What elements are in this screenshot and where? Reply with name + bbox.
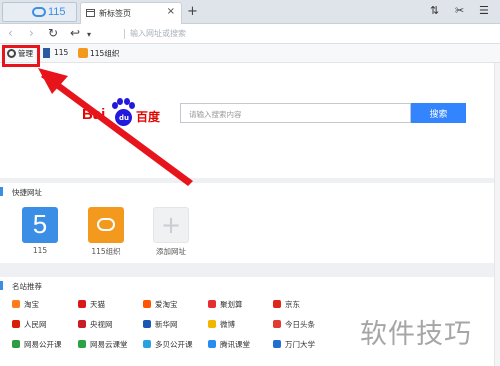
site-label: 京东 bbox=[285, 300, 300, 309]
add-quick-link-button[interactable]: + bbox=[153, 207, 189, 243]
cloud-icon bbox=[32, 7, 46, 17]
site-link[interactable]: 多贝公开课 bbox=[143, 339, 207, 351]
site-link[interactable]: 淘宝 bbox=[12, 299, 76, 311]
cloud-icon bbox=[78, 48, 88, 58]
close-tab-icon[interactable]: × bbox=[167, 6, 175, 17]
site-label: 今日头条 bbox=[285, 320, 315, 329]
address-placeholder: 输入网址或搜索 bbox=[130, 29, 186, 38]
section-title: 名站推荐 bbox=[12, 282, 42, 291]
toutiao-icon bbox=[273, 320, 281, 328]
bookmark-115[interactable]: 115 bbox=[42, 47, 68, 60]
site-link[interactable]: 京东 bbox=[273, 299, 337, 311]
wanmen-icon bbox=[273, 340, 281, 348]
highlight-box bbox=[2, 45, 40, 67]
site-link[interactable]: 央视网 bbox=[78, 319, 142, 331]
site-link[interactable]: 今日头条 bbox=[273, 319, 337, 331]
navigation-bar: ‹ › ↻ ↩ ▾ 输入网址或搜索 bbox=[0, 24, 500, 44]
site-link[interactable]: 人民网 bbox=[12, 319, 76, 331]
address-divider bbox=[124, 29, 125, 39]
cloud-icon bbox=[97, 218, 115, 231]
page-icon bbox=[86, 9, 95, 17]
undo-close-button[interactable]: ↩ bbox=[70, 26, 80, 40]
scissors-icon[interactable]: ✂ bbox=[455, 4, 464, 17]
bookmark-115-org[interactable]: 115组织 bbox=[78, 47, 124, 60]
baidu-paw-text: du bbox=[119, 114, 129, 122]
site-label: 央视网 bbox=[90, 320, 113, 329]
address-bar[interactable]: 输入网址或搜索 bbox=[124, 27, 494, 41]
quick-link-115-org[interactable] bbox=[88, 207, 124, 243]
watermark-text: 软件技巧 bbox=[360, 319, 472, 350]
search-input[interactable]: 请输入搜索内容 bbox=[180, 103, 411, 123]
juhuasuan-icon bbox=[208, 300, 216, 308]
browser-logo[interactable]: 115 bbox=[2, 2, 77, 22]
tmall-icon bbox=[78, 300, 86, 308]
search-button-label: 搜索 bbox=[429, 110, 448, 120]
bookmarks-bar: 管理 115 115组织 bbox=[0, 44, 500, 63]
site-link[interactable]: 网易云课堂 bbox=[78, 339, 142, 351]
tab-bar: 115 新标签页 × + ⇅ ✂ ☰ bbox=[0, 0, 500, 24]
scrollbar[interactable] bbox=[494, 63, 500, 366]
jd-icon bbox=[273, 300, 281, 308]
site-link[interactable]: 聚划算 bbox=[208, 299, 272, 311]
reload-button[interactable]: ↻ bbox=[48, 26, 58, 40]
paw-icon: du bbox=[112, 98, 135, 128]
xinhua-icon bbox=[143, 320, 151, 328]
tab-title: 新标签页 bbox=[99, 9, 131, 18]
bookmark-label: 115 bbox=[54, 48, 69, 57]
site-label: 网易公开课 bbox=[24, 340, 62, 349]
site-link[interactable]: 新华网 bbox=[143, 319, 207, 331]
site-link[interactable]: 万门大学 bbox=[273, 339, 337, 351]
search-placeholder: 请输入搜索内容 bbox=[189, 110, 242, 119]
quick-link-115[interactable]: 5 bbox=[22, 207, 58, 243]
weibo-icon bbox=[208, 320, 216, 328]
site-label: 微博 bbox=[220, 320, 235, 329]
menu-icon[interactable]: ☰ bbox=[479, 4, 489, 17]
tab-new-tab-page[interactable]: 新标签页 × bbox=[80, 2, 182, 24]
tencent-class-icon bbox=[208, 340, 216, 348]
site-label: 万门大学 bbox=[285, 340, 315, 349]
netease-open-course-icon bbox=[12, 340, 20, 348]
site-label: 爱淘宝 bbox=[155, 300, 178, 309]
quick-link-label: 115组织 bbox=[91, 247, 121, 256]
browser-logo-text: 115 bbox=[48, 6, 66, 18]
site-label: 腾讯课堂 bbox=[220, 340, 250, 349]
taobao-icon bbox=[12, 300, 20, 308]
site-link[interactable]: 网易公开课 bbox=[12, 339, 76, 351]
baidu-logo-prefix: Bai bbox=[82, 106, 106, 123]
site-label: 网易云课堂 bbox=[90, 340, 128, 349]
back-button[interactable]: ‹ bbox=[8, 26, 13, 40]
site-label: 人民网 bbox=[24, 320, 47, 329]
site-label: 淘宝 bbox=[24, 300, 39, 309]
site-label: 新华网 bbox=[155, 320, 178, 329]
quick-link-label: 115 bbox=[32, 246, 48, 255]
section-title: 快捷网址 bbox=[12, 188, 42, 197]
cctv-icon bbox=[78, 320, 86, 328]
chevron-down-icon[interactable]: ▾ bbox=[87, 30, 91, 39]
new-tab-button[interactable]: + bbox=[187, 4, 198, 19]
quick-link-label: 添加网址 bbox=[156, 247, 186, 256]
search-button[interactable]: 搜索 bbox=[411, 103, 466, 123]
ai-taobao-icon bbox=[143, 300, 151, 308]
forward-button[interactable]: › bbox=[29, 26, 34, 40]
site-label: 聚划算 bbox=[220, 300, 243, 309]
duobei-icon bbox=[143, 340, 151, 348]
site-link[interactable]: 天猫 bbox=[78, 299, 142, 311]
baidu-logo[interactable]: Bai du 百度 bbox=[82, 98, 174, 130]
quick-links-panel: 快捷网址 5 115 115组织 + 添加网址 bbox=[0, 183, 500, 263]
section-marker bbox=[0, 281, 3, 290]
site-link[interactable]: 爱淘宝 bbox=[143, 299, 207, 311]
site-label: 多贝公开课 bbox=[155, 340, 193, 349]
site-link[interactable]: 腾讯课堂 bbox=[208, 339, 272, 351]
quick-tile-glyph: 5 bbox=[32, 209, 48, 239]
bookmark-label: 115组织 bbox=[90, 49, 120, 58]
site-link[interactable]: 微博 bbox=[208, 319, 272, 331]
plus-icon: + bbox=[160, 211, 182, 239]
site-label: 天猫 bbox=[90, 300, 105, 309]
flag-icon bbox=[43, 48, 50, 58]
people-daily-icon bbox=[12, 320, 20, 328]
sync-icon[interactable]: ⇅ bbox=[430, 4, 439, 17]
baidu-logo-cn: 百度 bbox=[136, 110, 161, 124]
section-marker bbox=[0, 187, 3, 196]
netease-cloud-class-icon bbox=[78, 340, 86, 348]
